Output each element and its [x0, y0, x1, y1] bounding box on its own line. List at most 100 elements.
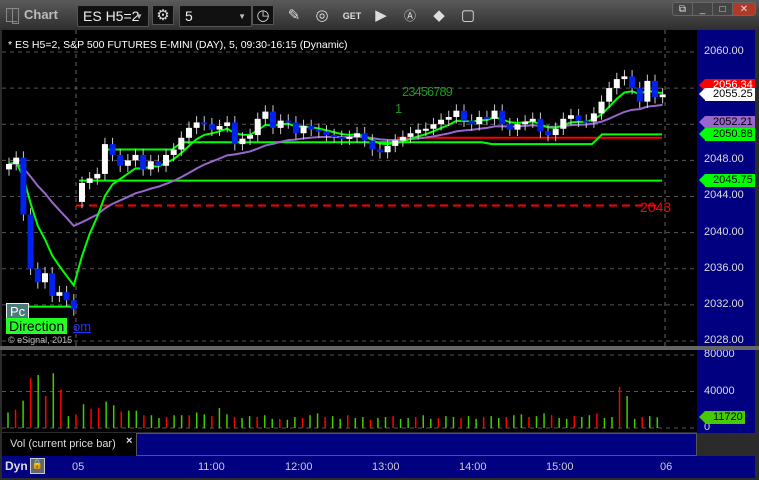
- candle: [331, 135, 338, 138]
- time-label: 11:00: [198, 461, 225, 473]
- gear-icon[interactable]: ⚙: [152, 5, 174, 25]
- pencil-icon[interactable]: ✎: [283, 6, 305, 26]
- time-label: 12:00: [285, 461, 313, 473]
- volume-pane[interactable]: [2, 350, 697, 432]
- candle: [109, 144, 116, 155]
- close-study-icon[interactable]: ×: [126, 435, 132, 447]
- study-icon[interactable]: ◎: [311, 6, 333, 26]
- candle: [185, 127, 192, 138]
- candle: [392, 140, 399, 146]
- candle: [270, 111, 276, 128]
- candle: [231, 122, 238, 145]
- price-axis[interactable]: 2060.002056.002052.002048.002044.002040.…: [697, 30, 755, 433]
- candle: [522, 121, 529, 125]
- clock-icon[interactable]: ◷: [252, 5, 274, 25]
- om-link[interactable]: om: [73, 319, 91, 334]
- maximize-button[interactable]: □: [713, 3, 733, 15]
- candle: [621, 76, 628, 80]
- candle: [468, 120, 475, 125]
- candle: [438, 119, 445, 125]
- window-controls: ⧉ _ □ ✕: [672, 2, 756, 16]
- minimize-button[interactable]: _: [693, 3, 713, 15]
- candle: [20, 157, 27, 215]
- candle: [147, 161, 154, 170]
- time-axis[interactable]: Dyn 🔒 05 11:00 12:00 13:00 14:00 15:00 0…: [2, 456, 755, 478]
- candle: [239, 138, 246, 145]
- candle: [361, 133, 368, 141]
- price-chart[interactable]: [2, 30, 697, 347]
- candle: [34, 268, 41, 283]
- interval-dropdown[interactable]: 5 ▼: [179, 5, 252, 27]
- price-label: 2060.00: [704, 45, 744, 57]
- price-label: 2028.00: [704, 333, 744, 346]
- candle: [132, 154, 139, 161]
- candle: [27, 214, 34, 269]
- candle: [247, 135, 254, 139]
- direction-button[interactable]: Direction: [6, 318, 68, 334]
- candle: [560, 118, 567, 129]
- candle: [476, 117, 483, 125]
- candle: [545, 131, 552, 136]
- candle: [461, 110, 467, 121]
- candle: [537, 118, 544, 132]
- candle: [117, 154, 124, 166]
- time-label: 15:00: [546, 461, 574, 473]
- candle: [56, 292, 63, 296]
- candle: [6, 163, 12, 170]
- candle: [529, 118, 536, 122]
- copyright: © eSignal, 2015: [8, 335, 73, 345]
- time-label: 06: [660, 461, 673, 473]
- candle: [308, 126, 315, 130]
- close-button[interactable]: ✕: [733, 3, 755, 15]
- lock-icon[interactable]: 🔒: [30, 458, 45, 474]
- candle: [277, 120, 284, 128]
- candle: [70, 300, 77, 310]
- candle: [292, 122, 299, 134]
- price-label: 2036.00: [704, 261, 744, 274]
- candle: [201, 122, 208, 125]
- candle: [606, 88, 613, 102]
- chart-header: * ES H5=2, S&P 500 FUTURES E-MINI (DAY),…: [8, 39, 348, 51]
- candle: [636, 88, 643, 102]
- time-label: 05: [72, 461, 85, 473]
- volume-plot: [2, 354, 697, 429]
- comment-icon[interactable]: ▢: [457, 6, 479, 26]
- link-icon[interactable]: ◆: [428, 6, 450, 26]
- candle: [338, 136, 345, 139]
- play-icon[interactable]: ▶: [370, 6, 392, 26]
- candle: [216, 126, 223, 130]
- candle: [506, 124, 513, 130]
- candle: [262, 111, 269, 119]
- candle: [430, 124, 437, 129]
- wave-count-1: 1: [395, 101, 403, 116]
- interval-value: 5: [185, 8, 193, 24]
- candle: [644, 80, 651, 102]
- drag-handle-icon[interactable]: [6, 8, 19, 24]
- price-label: 2040.00: [704, 225, 744, 238]
- price-label: 2048.00: [704, 153, 744, 166]
- candle: [613, 79, 620, 89]
- price-tag: 2055.25: [699, 88, 755, 102]
- candle: [63, 292, 70, 301]
- candle: [163, 154, 170, 166]
- candle: [94, 173, 101, 179]
- candle: [369, 140, 376, 150]
- get-icon[interactable]: GET: [341, 6, 363, 26]
- candle: [155, 161, 162, 166]
- candle: [285, 120, 292, 123]
- candle: [49, 273, 56, 296]
- restore-menu-button[interactable]: ⧉: [673, 3, 693, 15]
- volume-tag: 11720: [699, 410, 745, 424]
- price-tag: 2045.75: [699, 174, 755, 188]
- symbol-value: ES H5=2: [83, 8, 140, 24]
- candle: [575, 115, 582, 121]
- candle: [208, 124, 215, 130]
- candle: [354, 133, 361, 137]
- pc-button[interactable]: Pc: [6, 303, 30, 319]
- alert-icon[interactable]: Ⓐ: [399, 6, 421, 26]
- candle: [445, 117, 452, 120]
- candle: [346, 136, 353, 139]
- candle: [629, 76, 636, 89]
- symbol-dropdown[interactable]: ES H5=2 ▼: [77, 5, 149, 27]
- window-title: Chart: [24, 7, 58, 22]
